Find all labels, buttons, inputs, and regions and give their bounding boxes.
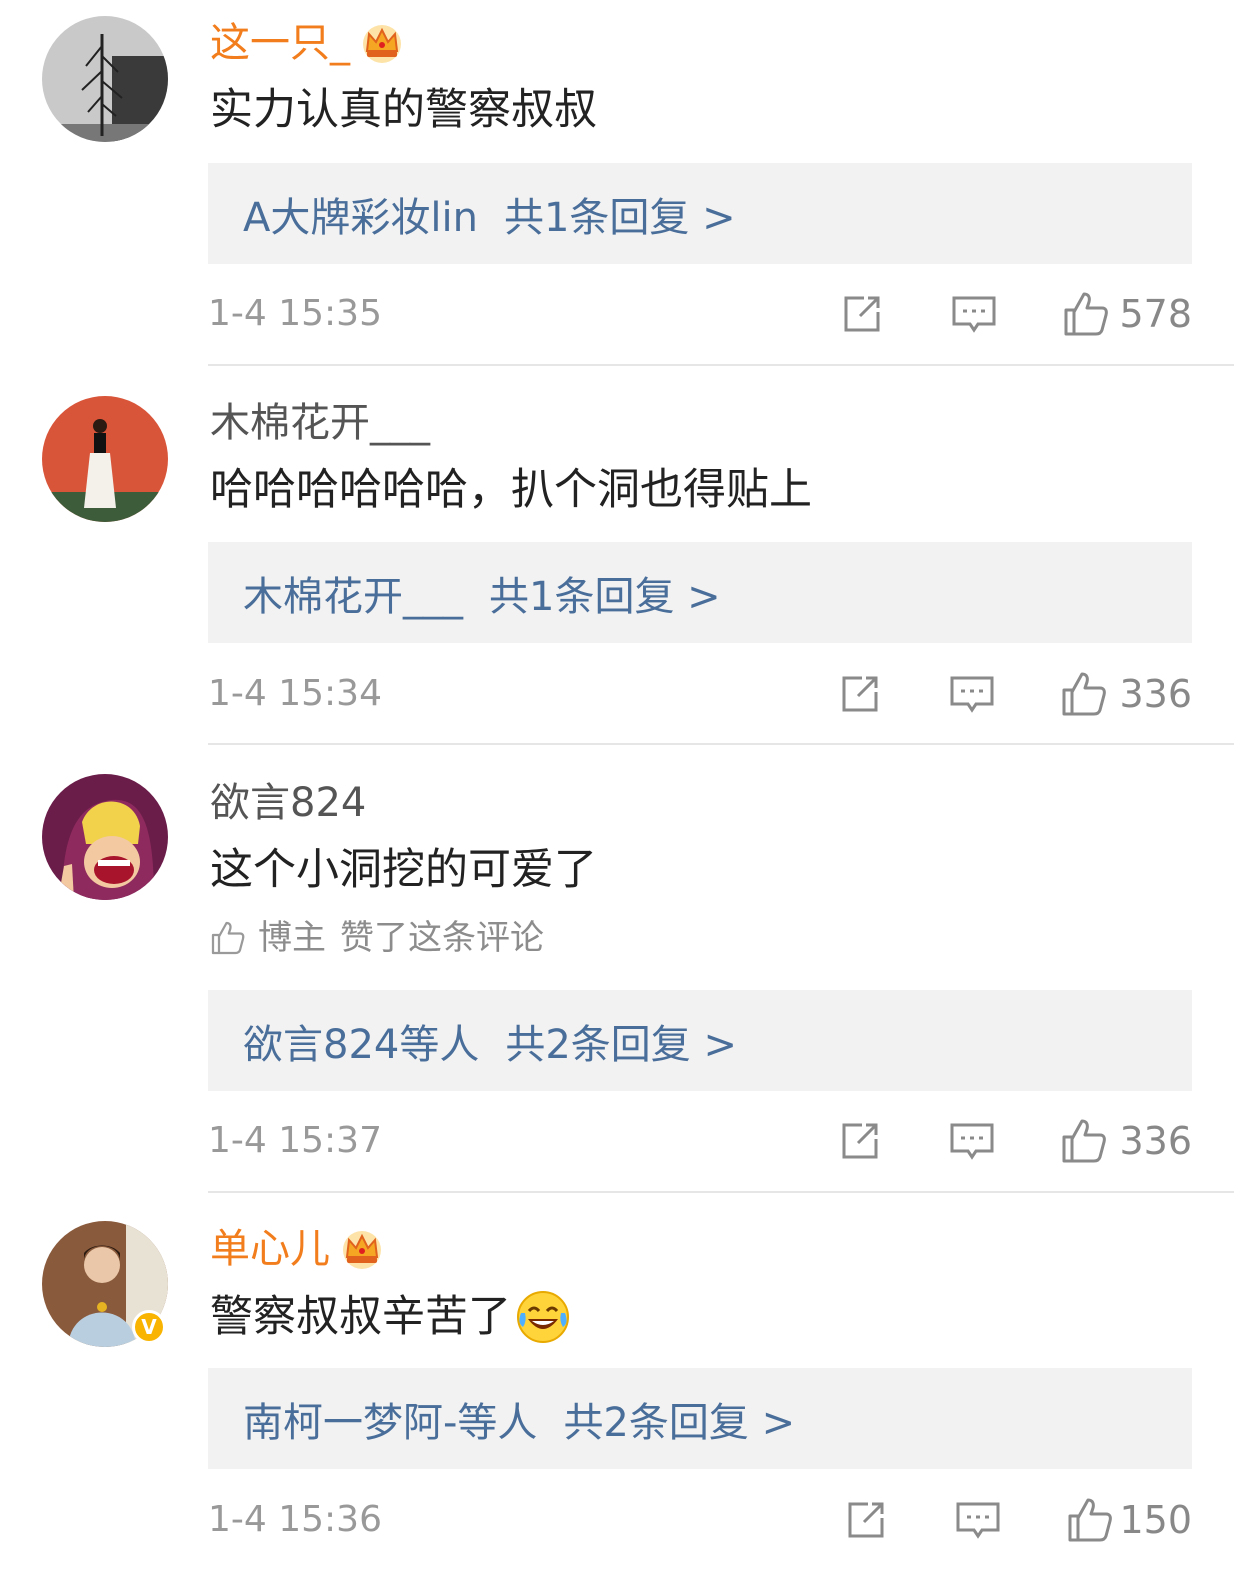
avatar[interactable]	[42, 396, 168, 522]
comment-text-value: 实力认真的警察叔叔	[210, 85, 597, 135]
reply-summary[interactable]: A大牌彩妆lin 共1条回复 >	[208, 163, 1192, 264]
reply-summary[interactable]: 欲言824等人 共2条回复 >	[208, 990, 1192, 1091]
timestamp: 1-4 15:37	[208, 1120, 382, 1161]
comment-icon[interactable]	[948, 1117, 996, 1165]
comment-item: 木棉花开___ 哈哈哈哈哈哈，扒个洞也得贴上 木棉花开___ 共1条回复 > 1…	[0, 380, 1242, 745]
thumbs-up-icon[interactable]	[1062, 290, 1110, 338]
vip-crown-icon	[358, 21, 406, 65]
verified-badge-icon: V	[132, 1310, 166, 1344]
divider	[208, 364, 1234, 366]
divider	[208, 743, 1234, 745]
reply-users[interactable]: A大牌彩妆lin	[243, 185, 478, 243]
comment-icon[interactable]	[954, 1496, 1002, 1544]
divider	[208, 1191, 1234, 1193]
timestamp: 1-4 15:35	[208, 293, 382, 334]
username[interactable]: 木棉花开___	[210, 398, 430, 448]
laugh-cry-emoji-icon	[515, 1289, 571, 1345]
share-icon[interactable]	[836, 1117, 884, 1165]
comment-text: 这个小洞挖的可爱了	[210, 842, 597, 898]
avatar-woman-red-wall-image	[42, 396, 168, 522]
vip-crown-icon	[338, 1227, 386, 1271]
comment-actions: 1-4 15:37 336	[208, 1116, 1192, 1166]
comment-text: 警察叔叔辛苦了	[210, 1289, 571, 1345]
share-icon[interactable]	[842, 1496, 890, 1544]
comment-icon[interactable]	[948, 670, 996, 718]
reply-count-link[interactable]: 共1条回复 >	[504, 185, 736, 243]
comment-text-value: 哈哈哈哈哈哈，扒个洞也得贴上	[210, 465, 812, 515]
share-icon[interactable]	[836, 670, 884, 718]
comment-actions: 1-4 15:36 150	[208, 1495, 1192, 1545]
liked-note-text: 赞了这条评论	[340, 918, 544, 958]
timestamp: 1-4 15:36	[208, 1499, 382, 1540]
comment-text: 哈哈哈哈哈哈，扒个洞也得贴上	[210, 462, 812, 518]
avatar-cartoon-image	[42, 774, 168, 900]
like-count: 336	[1119, 1119, 1192, 1163]
thumbs-up-icon[interactable]	[1060, 670, 1108, 718]
like-count: 150	[1119, 1498, 1192, 1542]
comment-text-value: 这个小洞挖的可爱了	[210, 845, 597, 895]
avatar-tree-image	[42, 16, 168, 142]
username[interactable]: 欲言824	[210, 778, 366, 828]
username-text[interactable]: 这一只_	[210, 18, 350, 68]
avatar[interactable]	[42, 774, 168, 900]
thumbs-up-icon[interactable]	[1060, 1117, 1108, 1165]
comment-text: 实力认真的警察叔叔	[210, 82, 597, 138]
reply-users[interactable]: 欲言824等人	[243, 1012, 479, 1070]
reply-summary[interactable]: 木棉花开___ 共1条回复 >	[208, 542, 1192, 643]
comment-actions: 1-4 15:35 578	[208, 289, 1192, 339]
thumbs-up-icon[interactable]	[1066, 1496, 1114, 1544]
reply-count-link[interactable]: 共1条回复 >	[489, 564, 721, 622]
reply-users[interactable]: 南柯一梦阿-等人	[243, 1390, 537, 1448]
comment-item: V 单心儿 警察叔叔辛苦了 南柯一梦阿-等人 共2条回复 > 1-4 15:36…	[0, 1207, 1242, 1580]
author-liked-note: 博主 赞了这条评论	[210, 916, 544, 960]
comment-text-value: 警察叔叔辛苦了	[210, 1292, 511, 1342]
comment-item: 欲言824 这个小洞挖的可爱了 博主 赞了这条评论 欲言824等人 共2条回复 …	[0, 760, 1242, 1193]
reply-count-link[interactable]: 共2条回复 >	[563, 1390, 795, 1448]
username-text[interactable]: 欲言824	[210, 778, 366, 828]
username-text[interactable]: 木棉花开___	[210, 398, 430, 448]
timestamp: 1-4 15:34	[208, 673, 382, 714]
liked-by: 博主	[258, 918, 326, 958]
like-count: 336	[1119, 672, 1192, 716]
username[interactable]: 这一只_	[210, 18, 406, 68]
avatar[interactable]	[42, 16, 168, 142]
username-text[interactable]: 单心儿	[210, 1224, 330, 1274]
comment-item: 这一只_ 实力认真的警察叔叔 A大牌彩妆lin 共1条回复 > 1-4 15:3…	[0, 0, 1242, 366]
share-icon[interactable]	[838, 290, 886, 338]
thumbs-up-icon	[210, 920, 246, 956]
reply-summary[interactable]: 南柯一梦阿-等人 共2条回复 >	[208, 1368, 1192, 1469]
username[interactable]: 单心儿	[210, 1224, 386, 1274]
comment-icon[interactable]	[950, 290, 998, 338]
comment-actions: 1-4 15:34 336	[208, 669, 1192, 719]
reply-users[interactable]: 木棉花开___	[243, 564, 463, 622]
reply-count-link[interactable]: 共2条回复 >	[505, 1012, 737, 1070]
like-count: 578	[1119, 292, 1192, 336]
